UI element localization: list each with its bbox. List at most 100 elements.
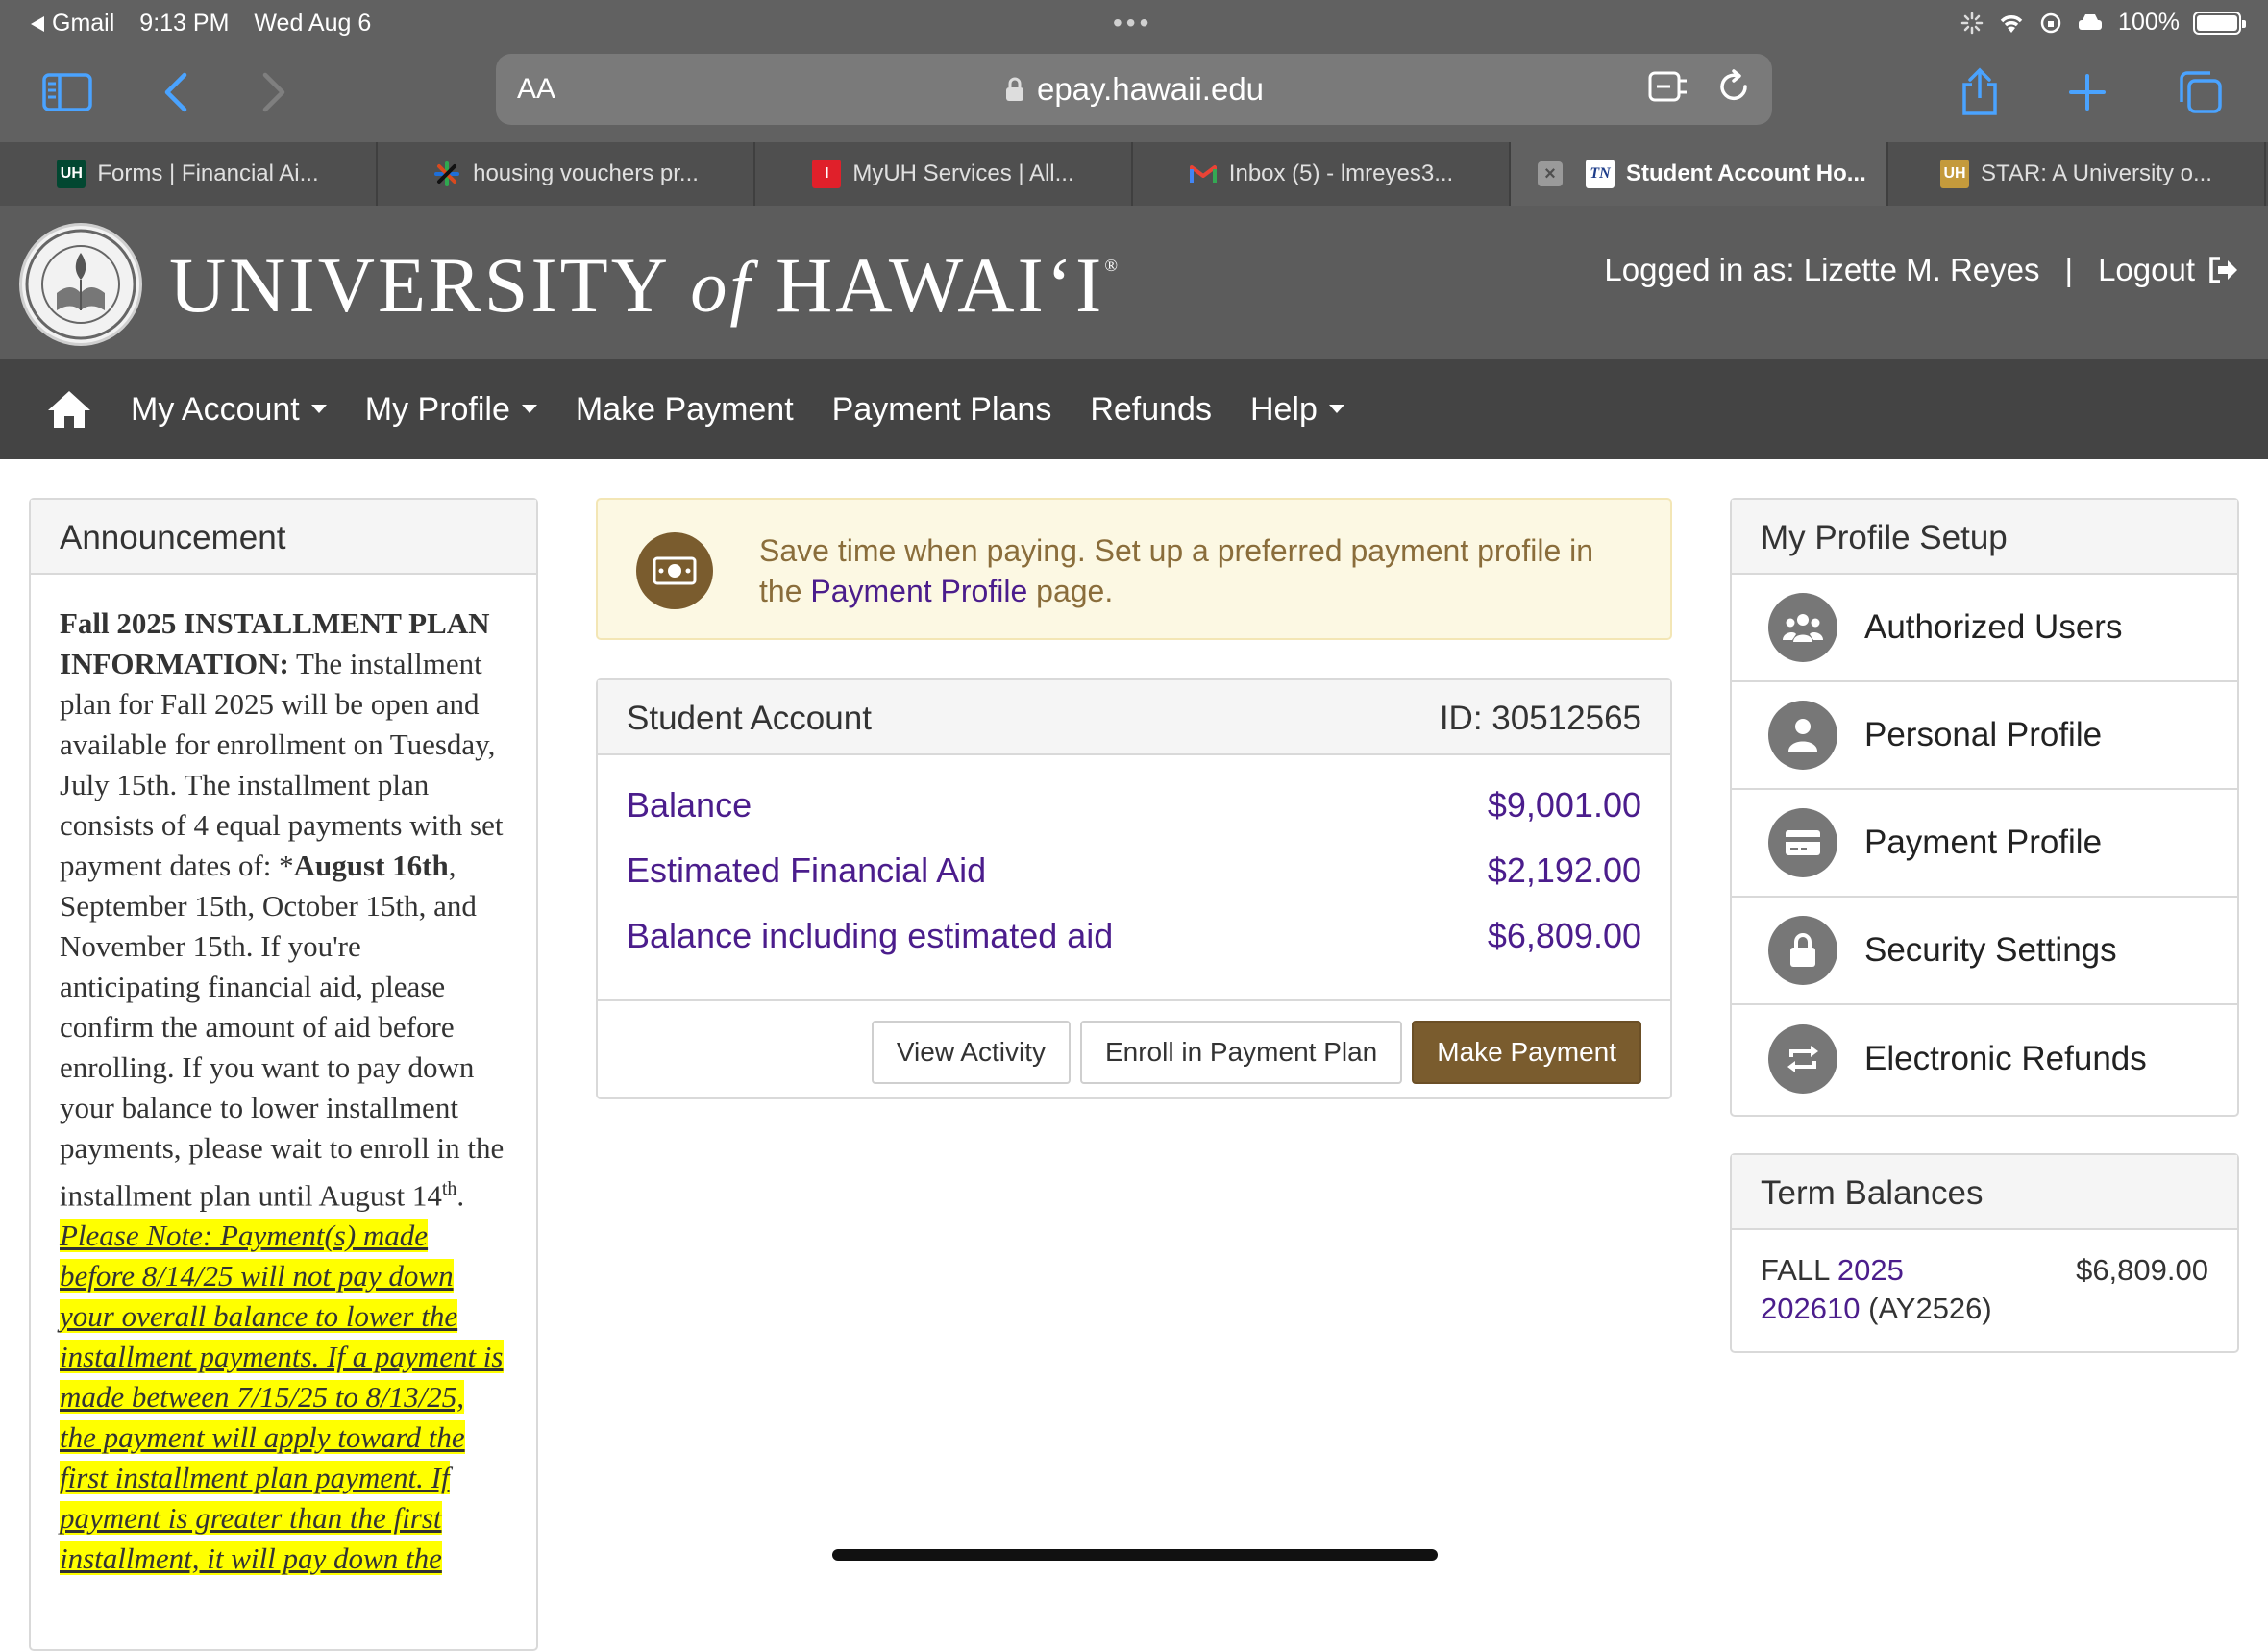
- announcement-superscript: th: [441, 1178, 457, 1199]
- login-area: Logged in as: Lizette M. Reyes | Logout: [1604, 252, 2239, 288]
- enroll-payment-plan-button[interactable]: Enroll in Payment Plan: [1079, 1021, 1403, 1084]
- profile-item-payment-profile[interactable]: Payment Profile: [1732, 790, 2237, 898]
- balance-with-aid-row[interactable]: Balance including estimated aid $6,809.0…: [627, 903, 1641, 969]
- myuh-favicon: I: [812, 160, 842, 188]
- status-bar: Gmail 9:13 PM Wed Aug 6 ••• 100%: [0, 0, 2268, 46]
- tab-label: STAR: A University o...: [1981, 160, 2212, 186]
- balance-value: $9,001.00: [1487, 785, 1641, 825]
- uh-seal-logo[interactable]: [19, 223, 142, 346]
- main-nav: My Account My Profile Make Payment Payme…: [0, 359, 2268, 459]
- wordmark-university: UNIVERSITY: [169, 241, 668, 329]
- forward-icon[interactable]: [244, 63, 306, 121]
- term-balance-row: FALL 2025 202610 (AY2526) $6,809.00: [1732, 1230, 2237, 1349]
- nav-payment-plans[interactable]: Payment Plans: [832, 391, 1052, 429]
- logout-label: Logout: [2098, 252, 2195, 287]
- tab-housing-vouchers[interactable]: housing vouchers pr...: [378, 142, 755, 206]
- profile-item-personal-profile[interactable]: Personal Profile: [1732, 682, 2237, 790]
- tab-label: Forms | Financial Ai...: [97, 160, 319, 186]
- student-account-header: Student Account ID: 30512565: [598, 680, 1670, 755]
- announcement-highlight-note: Please Note: Payment(s) made before 8/14…: [60, 1219, 504, 1576]
- lock-icon: [1768, 916, 1837, 985]
- announcement-title: Announcement: [31, 500, 536, 575]
- new-tab-icon[interactable]: [2057, 63, 2118, 121]
- payment-profile-link[interactable]: Payment Profile: [810, 574, 1027, 608]
- term-academic-year: (AY2526): [1868, 1292, 1992, 1325]
- estimated-aid-row[interactable]: Estimated Financial Aid $2,192.00: [627, 838, 1641, 903]
- announcement-text: , September 15th, October 15th, and Nove…: [60, 849, 505, 1213]
- profile-setup-title: My Profile Setup: [1732, 500, 2237, 575]
- logged-in-as-text: Logged in as: Lizette M. Reyes: [1604, 252, 2040, 287]
- view-activity-button[interactable]: View Activity: [871, 1021, 1071, 1084]
- home-indicator[interactable]: [832, 1549, 1438, 1561]
- lock-icon: [1005, 77, 1023, 101]
- nav-label: My Account: [131, 390, 300, 428]
- back-to-app[interactable]: Gmail: [31, 10, 114, 37]
- term-amount: $6,809.00: [2076, 1253, 2208, 1287]
- credit-card-icon: [1768, 808, 1837, 877]
- tab-gmail-inbox[interactable]: Inbox (5) - lmreyes3...: [1133, 142, 1511, 206]
- tab-myuh-services[interactable]: I MyUH Services | All...: [755, 142, 1133, 206]
- caret-down-icon: [310, 404, 327, 413]
- tab-star[interactable]: UH STAR: A University o...: [1888, 142, 2266, 206]
- profile-item-label: Authorized Users: [1864, 608, 2123, 646]
- registered-mark: ®: [1104, 256, 1122, 275]
- orientation-lock-icon: [2040, 12, 2061, 33]
- reload-icon[interactable]: [1714, 67, 1753, 106]
- tab-student-account[interactable]: × TN Student Account Ho...: [1511, 142, 1888, 206]
- announcement-body[interactable]: Fall 2025 INSTALLMENT PLAN INFORMATION: …: [31, 575, 536, 1579]
- estimated-aid-label: Estimated Financial Aid: [627, 850, 987, 890]
- profile-item-electronic-refunds[interactable]: Electronic Refunds: [1732, 1005, 2237, 1113]
- asterisk-favicon: [432, 160, 461, 188]
- gmail-favicon: [1189, 160, 1218, 188]
- battery-icon: [2193, 11, 2246, 35]
- tab-bar: UH Forms | Financial Ai... housing vouch…: [0, 142, 2268, 206]
- nav-refunds[interactable]: Refunds: [1090, 391, 1212, 429]
- profile-item-label: Payment Profile: [1864, 824, 2103, 861]
- status-date: Wed Aug 6: [254, 10, 372, 37]
- separator: |: [2064, 252, 2074, 287]
- wifi-icon: [2000, 14, 2023, 33]
- student-account-card: Student Account ID: 30512565 Balance $9,…: [596, 678, 1672, 1099]
- back-icon[interactable]: [144, 63, 206, 121]
- term-year-link[interactable]: 2025: [1837, 1253, 1904, 1287]
- term-balances-card: Term Balances FALL 2025 202610 (AY2526) …: [1730, 1153, 2239, 1353]
- tabs-overview-icon[interactable]: [2170, 63, 2231, 121]
- make-payment-button[interactable]: Make Payment: [1412, 1021, 1641, 1084]
- profile-item-label: Security Settings: [1864, 931, 2117, 969]
- tab-forms-financial-aid[interactable]: UH Forms | Financial Ai...: [0, 142, 378, 206]
- wordmark-hawaii: HAWAIʻI: [776, 241, 1105, 329]
- share-icon[interactable]: [1949, 63, 2010, 121]
- extension-icon[interactable]: [1647, 67, 1689, 106]
- profile-setup-card: My Profile Setup Authorized Users Person…: [1730, 498, 2239, 1117]
- nav-my-account[interactable]: My Account: [131, 391, 327, 429]
- uh-wordmark[interactable]: UNIVERSITY of HAWAIʻI®: [169, 240, 1121, 331]
- balance-with-aid-value: $6,809.00: [1487, 916, 1641, 955]
- nav-label: My Profile: [364, 390, 510, 428]
- close-tab-icon[interactable]: ×: [1538, 161, 1563, 186]
- profile-item-authorized-users[interactable]: Authorized Users: [1732, 575, 2237, 682]
- address-bar[interactable]: AA epay.hawaii.edu: [496, 54, 1772, 125]
- term-word: FALL: [1761, 1253, 1830, 1287]
- multitask-dots[interactable]: •••: [1113, 8, 1152, 38]
- profile-item-security-settings[interactable]: Security Settings: [1732, 898, 2237, 1005]
- nav-my-profile[interactable]: My Profile: [365, 391, 537, 429]
- tab-label: Inbox (5) - lmreyes3...: [1228, 160, 1454, 186]
- student-id: ID: 30512565: [1439, 700, 1641, 737]
- profile-item-label: Electronic Refunds: [1864, 1040, 2147, 1077]
- back-triangle-icon: [31, 15, 44, 32]
- url-text: epay.hawaii.edu: [1036, 71, 1265, 107]
- nav-make-payment[interactable]: Make Payment: [576, 391, 794, 429]
- sign-out-icon: [2209, 257, 2237, 283]
- exchange-icon: [1768, 1024, 1837, 1094]
- nav-label: Help: [1249, 390, 1318, 428]
- browser-toolbar: AA epay.hawaii.edu: [0, 46, 2268, 142]
- home-icon[interactable]: [46, 389, 92, 430]
- nav-help[interactable]: Help: [1250, 391, 1344, 429]
- term-code-link[interactable]: 202610: [1761, 1292, 1860, 1325]
- balance-row[interactable]: Balance $9,001.00: [627, 773, 1641, 838]
- tab-label: Student Account Ho...: [1626, 160, 1866, 186]
- uh-favicon: UH: [57, 160, 86, 188]
- sidebar-icon[interactable]: [37, 63, 98, 121]
- status-time: 9:13 PM: [139, 10, 230, 37]
- logout-link[interactable]: Logout: [2098, 252, 2239, 288]
